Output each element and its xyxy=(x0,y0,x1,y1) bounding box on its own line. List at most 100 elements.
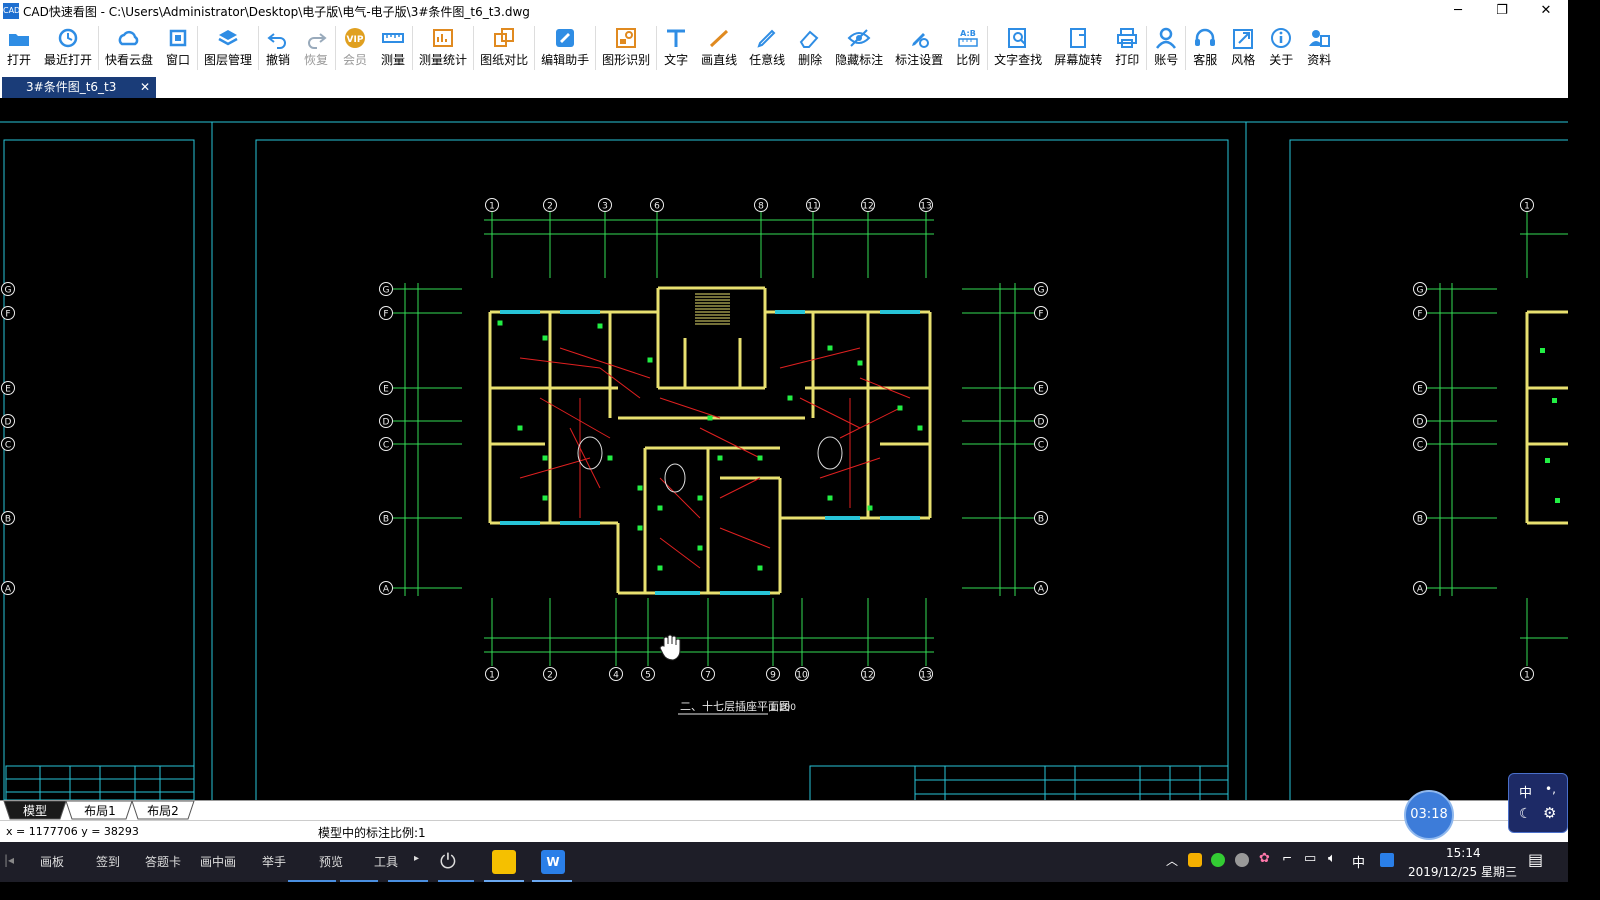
axis-label: C xyxy=(5,441,11,451)
axis-label: 1 xyxy=(1524,202,1530,212)
layers-icon xyxy=(218,30,238,46)
text-icon xyxy=(667,29,686,47)
circuit-wire xyxy=(659,397,721,419)
minimize-button[interactable]: ─ xyxy=(1436,0,1480,22)
tray-flower-icon[interactable]: ✿ xyxy=(1259,851,1270,866)
toolbar-button-16[interactable]: 删除 xyxy=(791,22,829,74)
document-tab[interactable]: 3#条件图_t6_t3 ✕ xyxy=(2,77,156,98)
drawing-canvas[interactable]: 1 2 3 6 8 11 12 13 1 2 4 5 7 9 10 12 13 G G G G F F F F E E E E D D D D C… xyxy=(0,98,1568,800)
layout-tab-layout2[interactable]: 布局2 xyxy=(138,802,188,820)
layout-tab-model[interactable]: 模型 xyxy=(10,802,60,820)
toolbar-button-27[interactable]: 资料 xyxy=(1300,22,1338,74)
toolbar-button-19[interactable]: A:B 比例 xyxy=(949,22,987,74)
toolbar-button-17[interactable]: 隐藏标注 xyxy=(829,22,889,74)
toolbar-button-25[interactable]: 风格 xyxy=(1224,22,1262,74)
document-tab-close-icon[interactable]: ✕ xyxy=(140,77,150,98)
account-icon xyxy=(1156,27,1177,49)
socket-device xyxy=(517,425,523,431)
axis-label: C xyxy=(1417,441,1423,451)
toolbar-button-7[interactable]: VIP 会员 xyxy=(336,22,374,74)
volume-icon[interactable]: 🔈︎ xyxy=(1328,851,1336,866)
tray-globe-icon[interactable] xyxy=(1235,853,1249,867)
power-icon[interactable]: ⏻ xyxy=(440,849,456,873)
toolbar-button-5[interactable]: 撤销 xyxy=(259,22,297,74)
toolbar-button-13[interactable]: 文字 xyxy=(657,22,695,74)
floating-timer[interactable]: 03:18 xyxy=(1404,790,1454,840)
toolbar-button-14[interactable]: 画直线 xyxy=(695,22,743,74)
main-title-block xyxy=(809,765,1229,800)
toolbar-button-15[interactable]: 任意线 xyxy=(743,22,791,74)
socket-device xyxy=(1545,458,1550,463)
axis-label: 13 xyxy=(920,671,931,681)
tray-app-icon[interactable] xyxy=(1188,853,1202,867)
toolbar-button-6[interactable]: 恢复 xyxy=(297,22,335,74)
taskbar-item-raise-hand[interactable]: 举手 xyxy=(262,853,286,870)
clock-date[interactable]: 2019/12/25 星期三 xyxy=(1408,863,1517,880)
layout-tab-layout1[interactable]: 布局1 xyxy=(74,802,126,820)
toolbar-button-2[interactable]: 快看云盘 xyxy=(99,22,159,74)
toolbar-button-24[interactable]: 客服 xyxy=(1186,22,1224,74)
main-toolbar: 打开 最近打开 快看云盘 窗口 图层管理 撤销 恢复 VIP 会员 测量 测量统计 图纸对比 编辑助手图… xyxy=(0,22,1568,75)
toolbar-button-label: 画直线 xyxy=(701,53,738,67)
axis-label: G xyxy=(1038,286,1045,296)
notification-icon[interactable]: ▤ xyxy=(1528,850,1543,869)
close-button[interactable]: ✕ xyxy=(1524,0,1568,22)
toolbar-button-22[interactable]: 打印 xyxy=(1108,22,1146,74)
vip-icon: VIP xyxy=(345,28,366,48)
redo-icon xyxy=(308,33,327,49)
socket-device xyxy=(1540,348,1545,353)
taskbar-app-cad-icon[interactable]: W xyxy=(541,850,565,874)
tray-ime-label[interactable]: 中 xyxy=(1352,852,1365,871)
tray-user-icon[interactable] xyxy=(1380,853,1394,867)
ime-toolbox[interactable]: 中 •, ☾ ⚙ xyxy=(1508,773,1568,833)
info-icon xyxy=(1271,28,1292,48)
taskbar-item-tools[interactable]: 工具 xyxy=(374,853,398,870)
toolbar-button-18[interactable]: 标注设置 xyxy=(889,22,949,74)
circuit-wire xyxy=(559,347,651,379)
window-icon xyxy=(169,29,187,47)
circuit-wire xyxy=(799,397,861,429)
taskbar-collapse-icon[interactable]: |◂ xyxy=(4,853,14,867)
toolbar-button-21[interactable]: 屏幕旋转 xyxy=(1048,22,1108,74)
toolbar-button-1[interactable]: 最近打开 xyxy=(38,22,98,74)
toolbar-button-8[interactable]: 测量 xyxy=(374,22,412,74)
toolbar-button-3[interactable]: 窗口 xyxy=(159,22,197,74)
taskbar-item-drawing-board[interactable]: 画板 xyxy=(40,853,64,870)
clock-time[interactable]: 15:14 xyxy=(1446,846,1481,860)
svg-text:A:B: A:B xyxy=(960,29,976,38)
tray-expand-icon[interactable]: ︿ xyxy=(1166,852,1178,869)
toolbar-button-10[interactable]: 图纸对比 xyxy=(474,22,534,74)
toolbar-button-label: 屏幕旋转 xyxy=(1054,53,1103,67)
toolbar-button-26[interactable]: 关于 xyxy=(1262,22,1300,74)
toolbar-button-label: 快看云盘 xyxy=(105,53,154,67)
toolbar-button-11[interactable]: 编辑助手 xyxy=(535,22,595,74)
moon-icon: ☾ xyxy=(1519,806,1532,822)
toolbar-button-23[interactable]: 账号 xyxy=(1147,22,1185,74)
toolbar-button-9[interactable]: 测量统计 xyxy=(413,22,473,74)
taskbar-app-notepad-icon[interactable] xyxy=(492,850,516,874)
toolbar-button-12[interactable]: 图形识别 xyxy=(596,22,656,74)
toolbar-button-20[interactable]: 文字查找 xyxy=(988,22,1048,74)
taskbar-item-preview[interactable]: 预览 xyxy=(319,853,343,870)
tray-plus-icon[interactable] xyxy=(1211,853,1225,867)
socket-device xyxy=(827,495,833,501)
taskbar-item-checkin[interactable]: 签到 xyxy=(96,853,120,870)
axis-label: 9 xyxy=(770,671,776,681)
socket-device xyxy=(657,505,663,511)
history-icon xyxy=(58,28,78,48)
taskbar-item-answer-card[interactable]: 答题卡 xyxy=(145,853,181,870)
axis-label: G xyxy=(383,286,390,296)
toolbar-button-label: 风格 xyxy=(1231,53,1256,67)
restore-button[interactable]: ❐ xyxy=(1480,0,1524,22)
axis-label: B xyxy=(1038,515,1044,525)
toolbar-button-0[interactable]: 打开 xyxy=(0,22,38,74)
socket-device xyxy=(497,320,503,326)
edit-assistant-icon xyxy=(556,29,575,47)
toolbar-button-label: 删除 xyxy=(798,53,823,67)
taskbar-item-pip[interactable]: 画中画 xyxy=(200,853,236,870)
toolbar-button-4[interactable]: 图层管理 xyxy=(198,22,258,74)
tray-pen-icon[interactable]: ⌐ xyxy=(1282,851,1292,865)
rotate-screen-icon xyxy=(1070,28,1087,48)
network-icon[interactable]: ▭ xyxy=(1304,851,1316,866)
taskbar-arrow-icon[interactable]: ▸ xyxy=(414,853,419,864)
